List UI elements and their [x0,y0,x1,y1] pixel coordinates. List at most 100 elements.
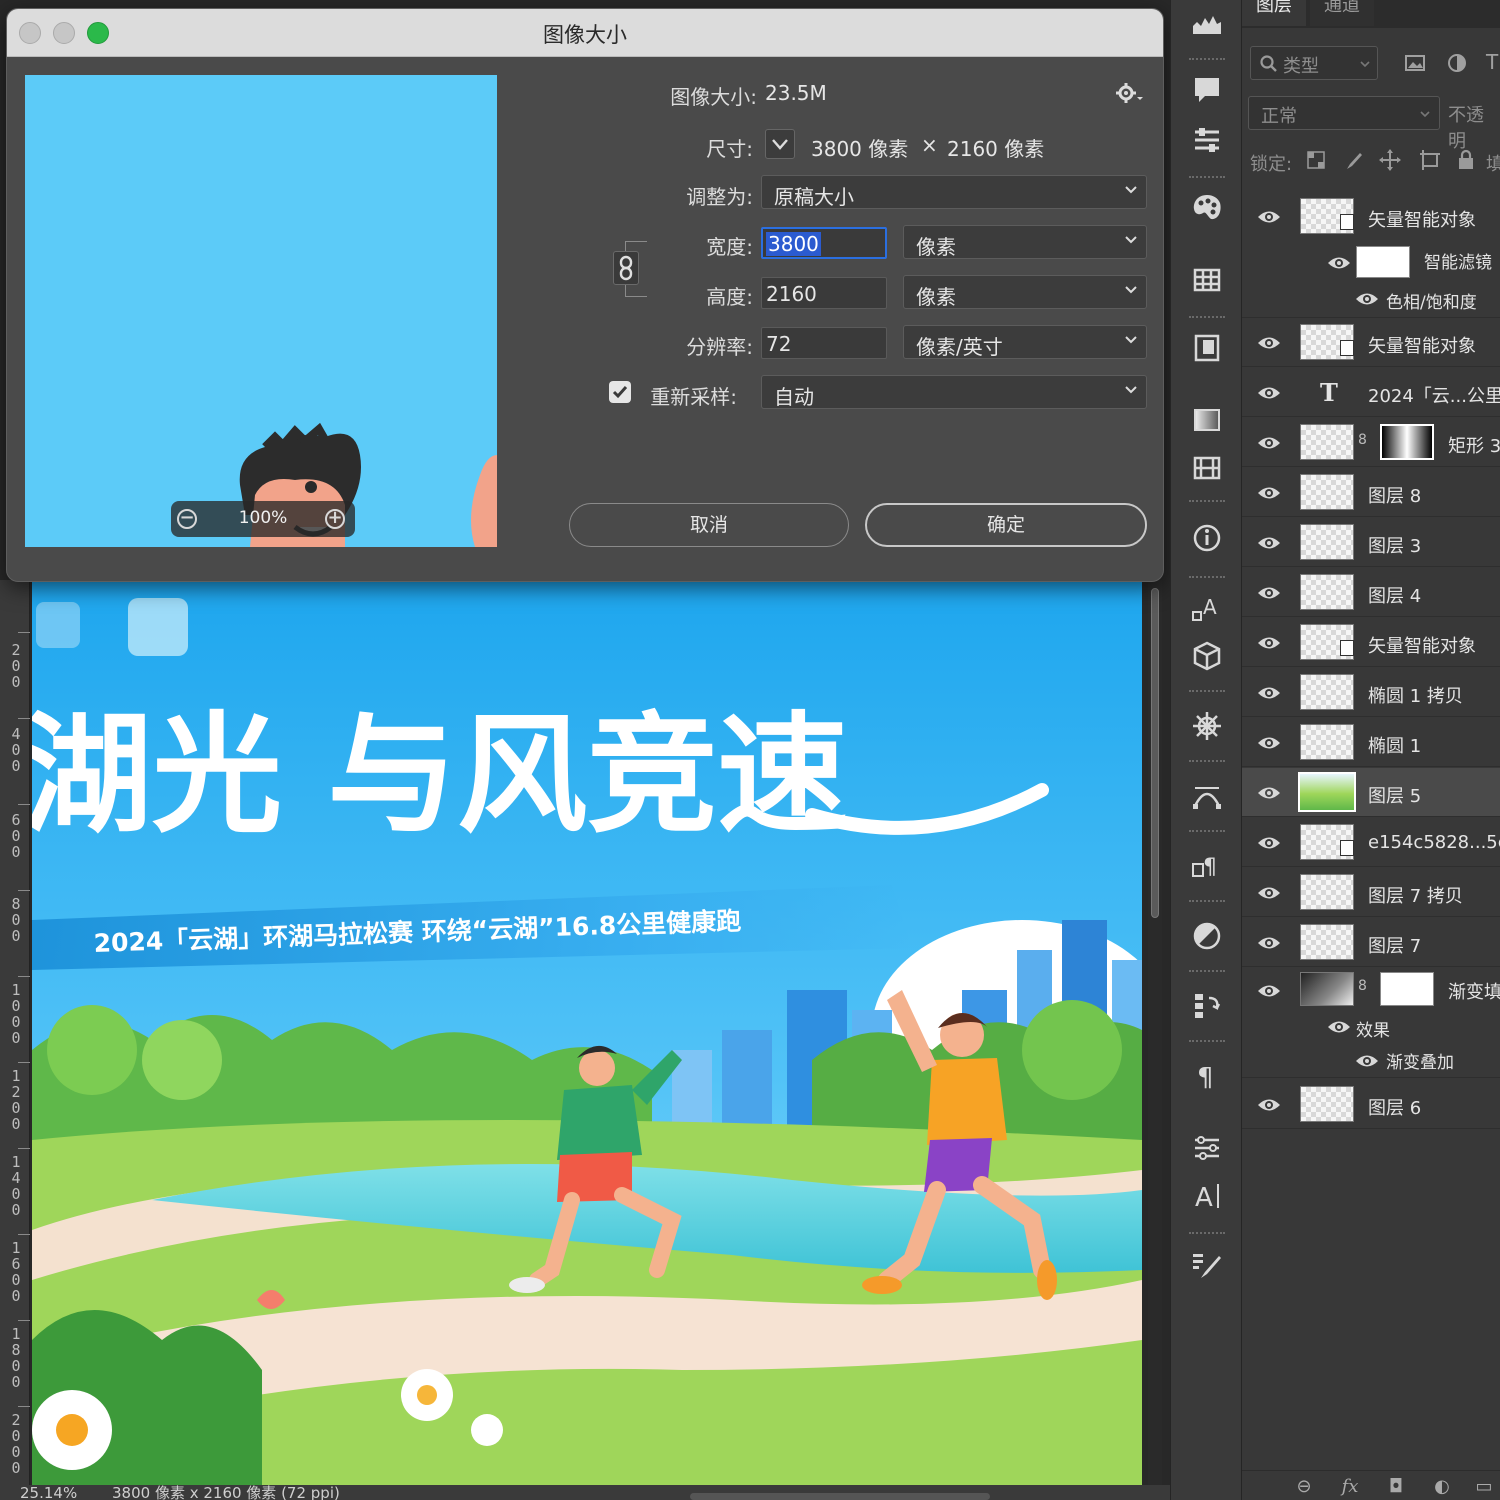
effects-row[interactable]: 效果 [1242,1008,1500,1042]
visibility-eye-icon[interactable] [1256,384,1282,402]
layer-row[interactable]: 图层 3 [1242,518,1500,567]
image-preview[interactable]: − 100% + [25,75,497,547]
layer-filter-dropdown[interactable]: 类型 [1250,46,1378,80]
layer-row-selected[interactable]: 图层 5 [1242,768,1500,817]
visibility-eye-icon[interactable] [1256,584,1282,602]
lock-move-icon[interactable] [1378,148,1402,172]
navigator-wheel-icon[interactable] [1189,708,1225,744]
visibility-eye-icon[interactable] [1354,1052,1378,1070]
resolution-input[interactable]: 72 [761,327,887,359]
adjustments-icon[interactable] [1189,918,1225,954]
fx-icon[interactable]: fx [1338,1477,1362,1497]
vertical-scrollbar[interactable] [1148,580,1162,1485]
sliders-icon[interactable] [1189,1130,1225,1166]
layer-row[interactable]: 矢量智能对象 [1242,618,1500,667]
width-unit-dropdown[interactable]: 像素 [903,225,1147,259]
properties-icon[interactable] [1189,122,1225,158]
layer-row[interactable]: 图层 4 [1242,568,1500,617]
layer-row[interactable]: 图层 7 [1242,918,1500,967]
paths-icon[interactable] [1189,778,1225,814]
panel-grip[interactable] [1189,690,1225,695]
info-icon[interactable] [1189,520,1225,556]
comment-icon[interactable] [1189,72,1225,108]
visibility-eye-icon[interactable] [1256,834,1282,852]
zoom-in-icon[interactable]: + [325,509,345,529]
effect-item-row[interactable]: 渐变叠加 [1242,1042,1500,1078]
filter-item-row[interactable]: 色相/饱和度 [1242,280,1500,318]
panel-grip[interactable] [1189,58,1225,63]
cancel-button[interactable]: 取消 [569,503,849,547]
patterns-icon[interactable] [1189,450,1225,486]
horizontal-scrollbar[interactable] [690,1493,990,1500]
lock-artboard-icon[interactable] [1418,148,1442,172]
layer-row[interactable]: e154c5828...5c [1242,818,1500,867]
dialog-titlebar[interactable]: 图像大小 [7,9,1163,57]
dimensions-unit-dropdown[interactable] [765,129,795,159]
tab-layers[interactable]: 图层 [1242,0,1306,26]
tab-channels[interactable]: 通道 [1310,0,1374,26]
visibility-eye-icon[interactable] [1256,484,1282,502]
visibility-eye-icon[interactable] [1256,982,1282,1000]
visibility-eye-icon[interactable] [1256,534,1282,552]
panel-grip[interactable] [1189,576,1225,581]
visibility-eye-icon[interactable] [1256,684,1282,702]
filter-type-icon[interactable]: T [1486,50,1500,74]
lock-transparent-icon[interactable] [1306,150,1326,170]
panel-grip[interactable] [1189,970,1225,975]
lock-brush-icon[interactable] [1342,150,1364,172]
visibility-eye-icon[interactable] [1256,784,1282,802]
character-icon[interactable]: A [1189,1178,1225,1214]
visibility-eye-icon[interactable] [1256,1096,1282,1114]
zoom-level[interactable]: 25.14% [20,1486,77,1500]
filter-adjustment-icon[interactable] [1446,52,1468,74]
panel-grip[interactable] [1189,316,1225,321]
resample-dropdown[interactable]: 自动 [761,375,1147,409]
panel-grip[interactable] [1189,1040,1225,1045]
fit-to-dropdown[interactable]: 原稿大小 [761,175,1147,209]
height-input[interactable]: 2160 [761,277,887,309]
visibility-eye-icon[interactable] [1256,734,1282,752]
layer-row[interactable]: 椭圆 1 拷贝 [1242,668,1500,717]
layer-row[interactable]: 图层 6 [1242,1080,1500,1129]
layer-row[interactable]: T 2024「云...公里 [1242,368,1500,417]
visibility-eye-icon[interactable] [1256,934,1282,952]
panel-grip[interactable] [1189,500,1225,505]
document-info[interactable]: 3800 像素 x 2160 像素 (72 ppi) [112,1486,340,1500]
paragraph-styles-icon[interactable]: ¶ [1189,848,1225,884]
3d-cube-icon[interactable] [1189,638,1225,674]
height-unit-dropdown[interactable]: 像素 [903,275,1147,309]
visibility-eye-icon[interactable] [1256,434,1282,452]
visibility-eye-icon[interactable] [1326,1018,1350,1036]
visibility-eye-icon[interactable] [1256,334,1282,352]
gear-icon[interactable] [1115,81,1143,105]
visibility-eye-icon[interactable] [1256,208,1282,226]
paragraph-icon[interactable]: ¶ [1189,1058,1225,1094]
scrollbar-thumb[interactable] [1151,588,1159,918]
layer-mask-thumbnail[interactable] [1380,972,1434,1006]
layer-row[interactable]: 椭圆 1 [1242,718,1500,767]
visibility-eye-icon[interactable] [1326,254,1352,272]
glyphs-icon[interactable]: A [1189,590,1225,626]
zoom-out-icon[interactable]: − [177,509,197,529]
layer-row[interactable]: 矢量智能对象 [1242,192,1500,240]
visibility-eye-icon[interactable] [1256,634,1282,652]
layer-mask-thumbnail[interactable] [1380,424,1434,460]
smart-filter-row[interactable]: 智能滤镜 [1242,240,1500,280]
layer-row[interactable]: 矢量智能对象 [1242,318,1500,367]
brush-settings-icon[interactable] [1189,1248,1225,1284]
layer-row[interactable]: 8 矩形 3 [1242,418,1500,467]
width-input[interactable]: 3800 [761,227,887,259]
visibility-eye-icon[interactable] [1354,290,1378,308]
new-adjustment-icon[interactable]: ◐ [1430,1477,1454,1497]
ok-button[interactable]: 确定 [865,503,1147,547]
layer-row[interactable]: 8 渐变填充 [1242,968,1500,1008]
panel-grip[interactable] [1189,176,1225,181]
history-icon[interactable] [1189,988,1225,1024]
libraries-icon[interactable] [1189,330,1225,366]
add-mask-icon[interactable]: ◘ [1384,1477,1408,1497]
color-palette-icon[interactable] [1189,190,1225,226]
gradients-icon[interactable] [1189,402,1225,438]
histogram-icon[interactable] [1189,4,1225,40]
filter-pixel-icon[interactable] [1404,52,1426,74]
visibility-eye-icon[interactable] [1256,884,1282,902]
